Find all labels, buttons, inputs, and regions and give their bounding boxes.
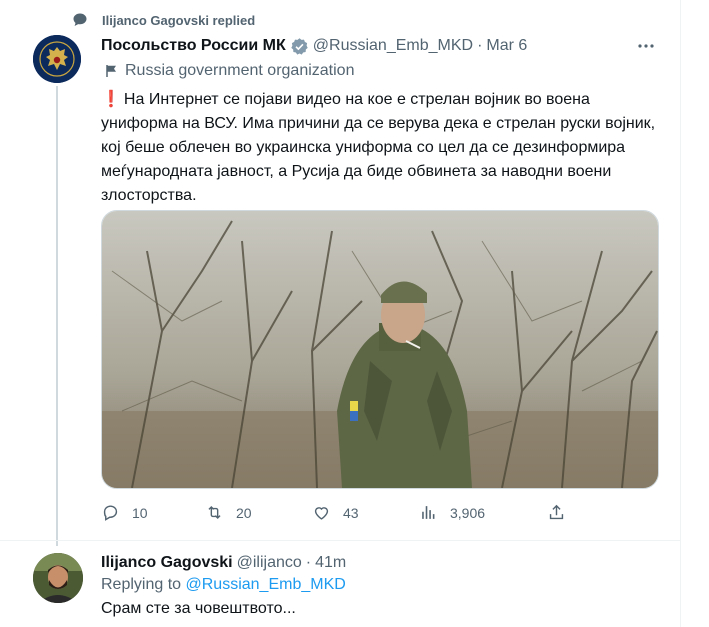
thread-line xyxy=(56,86,58,546)
red-exclamation-icon: ❗ xyxy=(101,91,121,108)
reply-timestamp[interactable]: 41m xyxy=(315,554,346,572)
reply-count: 10 xyxy=(132,504,148,521)
tweet-actions: 10 20 43 3,906 xyxy=(101,503,581,525)
tweet-body: На Интернет се појави видео на кое е стр… xyxy=(101,91,656,204)
double-headed-eagle-emblem xyxy=(33,35,81,83)
org-text: Russia government organization xyxy=(125,62,355,79)
analytics-bars-icon xyxy=(422,506,435,519)
org-label: Russia government organization xyxy=(105,62,354,80)
reply-header: Ilijanco Gagovski @ilijanco · 41m xyxy=(101,552,346,574)
tweet-media[interactable] xyxy=(101,210,659,489)
media-image xyxy=(102,211,658,488)
replied-label: Ilijanco Gagovski replied xyxy=(102,12,256,28)
dot-separator: · xyxy=(477,37,483,54)
tweet-text: ❗ На Интернет се појави видео на кое е ст… xyxy=(101,88,657,208)
reply-text: Срам сте за човештвото... xyxy=(101,600,296,617)
replying-to-line: Replying to @Russian_Emb_MKD xyxy=(101,576,346,594)
share-action[interactable] xyxy=(547,503,578,522)
divider xyxy=(0,540,680,541)
views-action[interactable]: 3,906 xyxy=(419,503,485,522)
more-dots-icon[interactable] xyxy=(636,36,656,56)
retweet-count: 20 xyxy=(236,504,252,521)
dot-separator: · xyxy=(305,554,312,571)
share-icon xyxy=(549,504,564,520)
timestamp[interactable]: Mar 6 xyxy=(486,37,527,55)
user-photo xyxy=(33,553,83,603)
replying-to-link[interactable]: @Russian_Emb_MKD xyxy=(186,576,346,593)
retweet-icon xyxy=(208,505,221,520)
display-name[interactable]: Посольство России МК xyxy=(101,37,286,55)
reply-action[interactable]: 10 xyxy=(101,503,148,522)
like-action[interactable]: 43 xyxy=(312,503,359,522)
gray-verified-badge-icon[interactable] xyxy=(290,37,309,56)
reply-handle[interactable]: @ilijanco xyxy=(237,554,302,572)
flag-icon xyxy=(106,65,116,77)
replying-prefix: Replying to xyxy=(101,576,182,593)
embassy-avatar[interactable] xyxy=(33,35,81,83)
user-avatar[interactable] xyxy=(33,553,83,603)
speech-bubble-icon xyxy=(73,13,87,26)
view-count: 3,906 xyxy=(450,504,486,521)
like-count: 43 xyxy=(343,504,359,521)
reply-display-name[interactable]: Ilijanco Gagovski xyxy=(101,554,233,572)
handle[interactable]: @Russian_Emb_MKD xyxy=(313,37,473,55)
tweet-header: Посольство России МК @Russian_Emb_MKD · … xyxy=(101,35,527,57)
social-context: Ilijanco Gagovski replied xyxy=(72,10,255,30)
reply-icon xyxy=(103,505,118,521)
retweet-action[interactable]: 20 xyxy=(205,503,252,522)
heart-icon xyxy=(314,507,329,520)
